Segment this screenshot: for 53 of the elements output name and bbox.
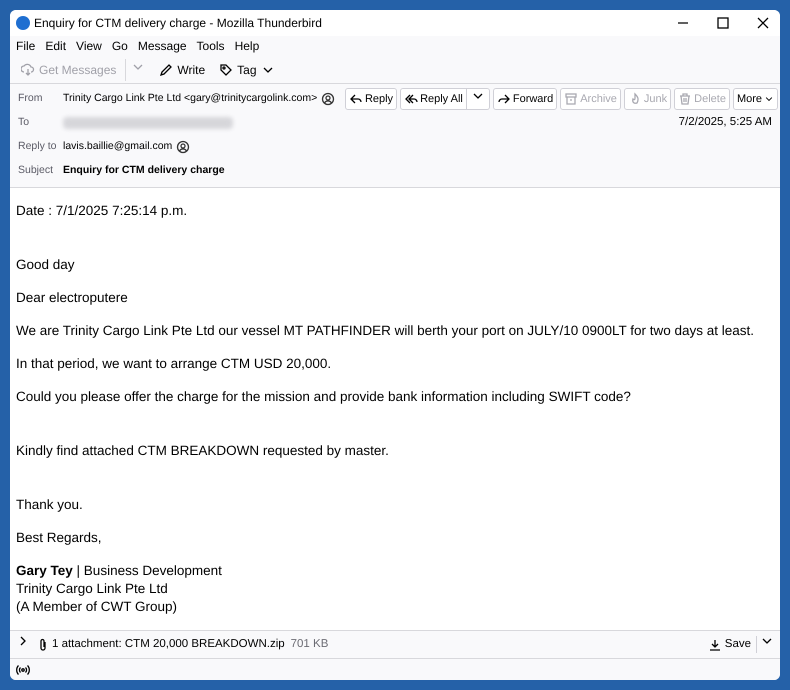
message-subject: Enquiry for CTM delivery charge [63, 163, 225, 178]
field-label: To [18, 115, 30, 130]
tag-button[interactable]: Tag [214, 58, 280, 80]
box-icon [564, 92, 578, 106]
body-text: (A Member of CWT Group) [16, 598, 178, 616]
trash-icon [678, 92, 692, 106]
attachment-summary: 1 attachment: CTM 20,000 BREAKDOWN.zip [52, 636, 285, 652]
body-text: Kindly find attached CTM BREAKDOWN requested by master. [16, 442, 390, 460]
message-date: 7/2/2025, 5:25 AM [678, 115, 772, 130]
contact-icon [321, 92, 336, 106]
reply-to-address: lavis.baillie@gmail.com [63, 139, 172, 154]
cloud-download-icon [21, 62, 35, 76]
replyall-button[interactable]: Reply All [400, 88, 467, 110]
body-text: Trinity Cargo Link Pte Ltd [16, 580, 169, 598]
body-text: Thank you. [16, 496, 84, 514]
contact-icon [176, 140, 190, 154]
sender-address: Trinity Cargo Link Pte Ltd <gary@trinitycargolink.com> [63, 91, 318, 106]
menu-item[interactable]: Message [138, 37, 187, 55]
broadcast-icon [14, 662, 32, 676]
body-text: Dear electroputere [16, 289, 129, 307]
forward-button[interactable]: Forward [492, 88, 558, 110]
body-text: Date : 7/1/2025 7:25:14 p.m. [16, 202, 188, 220]
body-text: Gary Tey | Business Development [16, 562, 223, 580]
download-icon [708, 638, 722, 652]
forward-arrow-icon [496, 92, 511, 106]
maximize-icon [716, 16, 730, 30]
field-label: Subject [18, 163, 54, 178]
close-icon [756, 16, 770, 30]
field-label: From [18, 91, 44, 106]
attachment-size: 701 KB [290, 636, 328, 652]
body-text: In that period, we want to arrange CTM USD 20,000. [16, 355, 332, 373]
pencil-icon [159, 62, 174, 76]
write-button[interactable]: Write [154, 58, 210, 80]
dropdown-button[interactable] [466, 88, 490, 110]
menu-item[interactable]: Go [112, 37, 128, 55]
menu-item[interactable]: Edit [45, 37, 66, 55]
reply-arrow-icon [348, 92, 363, 106]
save-button[interactable]: Save [708, 636, 757, 654]
menu-item[interactable]: View [76, 37, 102, 55]
menu-item[interactable]: Help [234, 37, 260, 55]
field-label: Reply to [18, 139, 58, 154]
window-title: Enquiry for CTM delivery charge - Mozilla Thunderbird [34, 15, 322, 32]
reply-all-arrow-icon [404, 92, 418, 106]
app-logo-icon [16, 16, 30, 30]
more-button[interactable]: More [732, 88, 778, 110]
body-text: We are Trinity Cargo Link Pte Ltd our vessel MT PATHFINDER will berth your port on JULY/10 0900LT for two days at least. [16, 322, 756, 340]
tag-icon [219, 62, 234, 76]
reply-button[interactable]: Reply [344, 88, 398, 110]
menu-item[interactable]: File [16, 37, 36, 55]
body-text: Best Regards, [16, 529, 103, 547]
body-text: Good day [16, 256, 76, 274]
body-text: Could you please offer the charge for the mission and provide bank information including SWIFT code? [16, 388, 632, 406]
menu-item[interactable]: Tools [196, 37, 225, 55]
